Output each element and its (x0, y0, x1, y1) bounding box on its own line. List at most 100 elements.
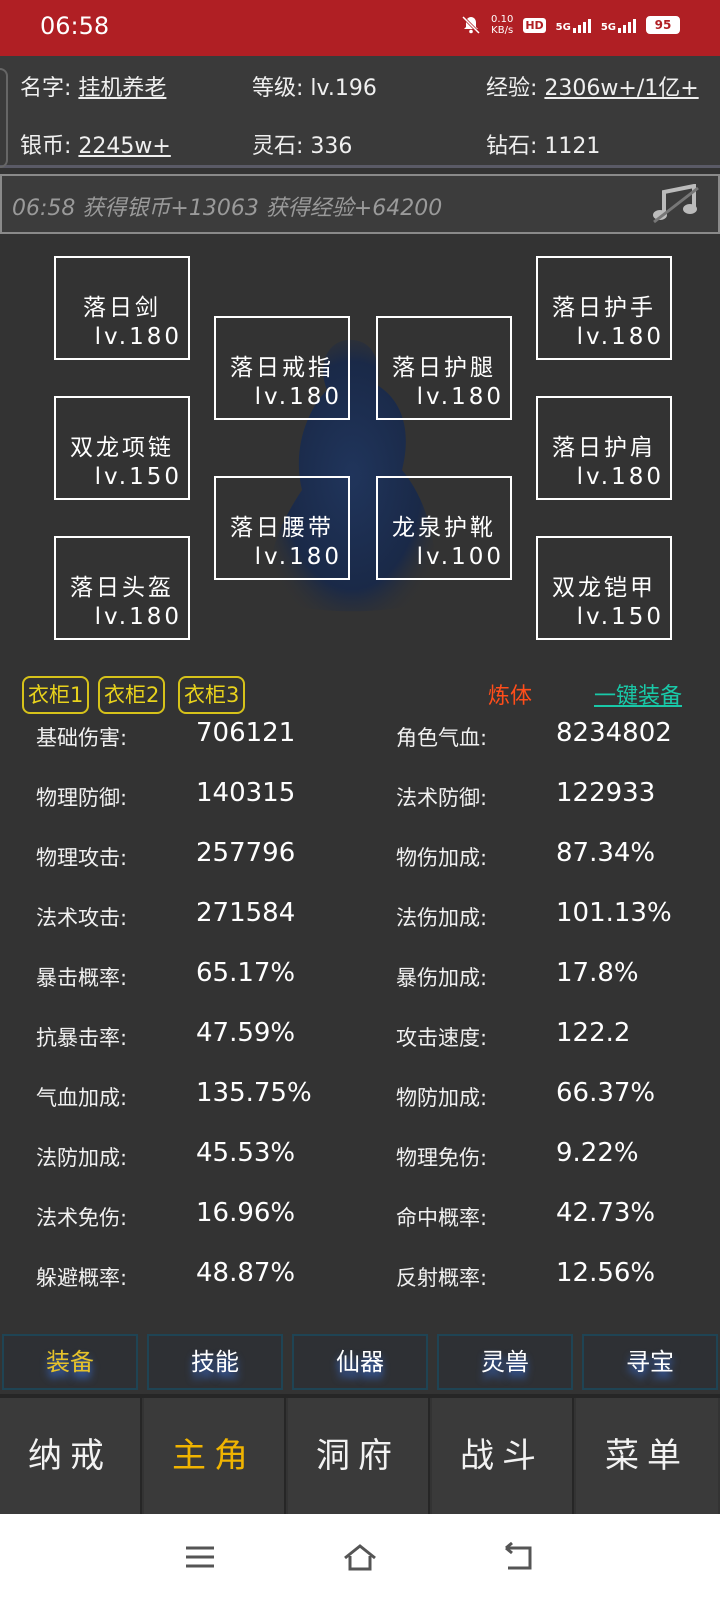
wardrobe-button-3[interactable]: 衣柜3 (178, 676, 246, 714)
stat-value: 45.53% (196, 1138, 296, 1168)
tab-spirit-beasts[interactable]: 灵兽 (437, 1334, 573, 1390)
stat-label: 法防加成: (36, 1146, 128, 1170)
diamond-label: 钻石: (486, 134, 545, 159)
player-level: 等级: lv.196 (252, 70, 377, 102)
stat-label: 法术防御: (396, 786, 488, 810)
equip-level: lv.180 (254, 384, 342, 410)
wardrobe-button-1[interactable]: 衣柜1 (22, 676, 90, 714)
network-label-2: 5G (600, 22, 616, 33)
equip-name: 落日护肩 (552, 435, 656, 461)
stat-label: 暴击概率: (36, 966, 128, 990)
stat-label: 物理免伤: (396, 1146, 488, 1170)
stat-value: 8234802 (556, 718, 672, 748)
equip-level: lv.180 (416, 384, 504, 410)
player-exp: 经验: 2306w+/1亿+ (486, 70, 699, 102)
tab-skills[interactable]: 技能 (147, 1334, 283, 1390)
stat-value: 271584 (196, 898, 296, 928)
stat-value: 65.17% (196, 958, 296, 988)
wardrobe-button-2[interactable]: 衣柜2 (98, 676, 166, 714)
stat-label: 角色气血: (396, 726, 488, 750)
equip-slot-5[interactable]: 双龙项链 lv.150 (54, 396, 190, 500)
stat-value: 257796 (196, 838, 296, 868)
equip-slot-9[interactable]: 落日头盔 lv.180 (54, 536, 190, 640)
equip-name: 落日护手 (552, 295, 656, 321)
nav-battle[interactable]: 战斗 (432, 1398, 574, 1514)
hd-icon: HD (523, 17, 546, 33)
stat-value: 122.2 (556, 1018, 631, 1048)
equip-slot-10[interactable]: 双龙铠甲 lv.150 (536, 536, 672, 640)
nav-main-character[interactable]: 主角 (144, 1398, 286, 1514)
back-icon[interactable] (500, 1542, 536, 1572)
stat-value: 87.34% (556, 838, 656, 868)
net-speed: 0.10 KB/s (491, 14, 513, 36)
stat-value: 48.87% (196, 1258, 296, 1288)
exp-value[interactable]: 2306w+/1亿+ (544, 76, 698, 101)
equip-slot-6[interactable]: 落日护肩 lv.180 (536, 396, 672, 500)
equip-level: lv.180 (576, 464, 664, 490)
stat-value: 16.96% (196, 1198, 296, 1228)
tab-equipment[interactable]: 装备 (2, 1334, 138, 1390)
equip-name: 落日剑 (83, 295, 161, 321)
equip-level: lv.180 (254, 544, 342, 570)
stat-label: 暴伤加成: (396, 966, 488, 990)
equip-slot-8[interactable]: 龙泉护靴 lv.100 (376, 476, 512, 580)
silver-value[interactable]: 2245w+ (78, 134, 170, 159)
spirit-stone-label: 灵石: (252, 134, 311, 159)
stat-value: 9.22% (556, 1138, 639, 1168)
equip-slot-3[interactable]: 落日戒指 lv.180 (214, 316, 350, 420)
status-time: 06:58 (40, 12, 110, 40)
stat-label: 法术免伤: (36, 1206, 128, 1230)
signal-1: 5G (556, 17, 591, 33)
equip-level: lv.180 (94, 324, 182, 350)
music-note-icon[interactable] (650, 184, 702, 226)
equip-slot-2[interactable]: 落日护手 lv.180 (536, 256, 672, 360)
name-value[interactable]: 挂机养老 (78, 76, 166, 101)
signal-2: 5G (601, 17, 636, 33)
log-text: 06:58 获得银币+13063 获得经验+64200 (12, 196, 443, 221)
bell-off-icon (461, 15, 481, 35)
menu-icon[interactable] (182, 1542, 218, 1572)
signal-bars-icon (618, 17, 636, 33)
refine-button[interactable]: 炼体 (488, 678, 532, 710)
stat-value: 706121 (196, 718, 296, 748)
level-label: 等级: (252, 76, 311, 101)
equip-slot-7[interactable]: 落日腰带 lv.180 (214, 476, 350, 580)
panel-edge (0, 68, 8, 168)
player-spirit-stone: 灵石: 336 (252, 128, 352, 160)
stat-label: 物防加成: (396, 1086, 488, 1110)
stat-value: 17.8% (556, 958, 639, 988)
stat-value: 66.37% (556, 1078, 656, 1108)
battery-icon: 95 (646, 16, 680, 34)
equip-name: 双龙铠甲 (552, 575, 656, 601)
nav-storage-ring[interactable]: 纳戒 (0, 1398, 142, 1514)
net-speed-value: 0.10 (491, 14, 514, 25)
tab-treasure-hunt[interactable]: 寻宝 (582, 1334, 718, 1390)
stat-label: 躲避概率: (36, 1266, 128, 1290)
equip-name: 落日腰带 (230, 515, 334, 541)
stat-label: 物理防御: (36, 786, 128, 810)
stat-value: 101.13% (556, 898, 672, 928)
nav-cave-dwelling[interactable]: 洞府 (288, 1398, 430, 1514)
tab-artifacts[interactable]: 仙器 (292, 1334, 428, 1390)
log-bar: 06:58 获得银币+13063 获得经验+64200 (0, 174, 720, 234)
nav-menu[interactable]: 菜单 (576, 1398, 718, 1514)
equip-name: 落日护腿 (392, 355, 496, 381)
player-silver: 银币: 2245w+ (20, 128, 171, 160)
home-icon[interactable] (342, 1542, 378, 1572)
equip-all-button[interactable]: 一键装备 (594, 678, 682, 710)
stat-label: 基础伤害: (36, 726, 128, 750)
equip-level: lv.180 (94, 604, 182, 630)
stat-value: 140315 (196, 778, 296, 808)
player-diamond: 钻石: 1121 (486, 128, 600, 160)
equip-name: 落日头盔 (70, 575, 174, 601)
network-label-1: 5G (555, 22, 571, 33)
stat-value: 135.75% (196, 1078, 312, 1108)
stat-value: 47.59% (196, 1018, 296, 1048)
stat-value: 12.56% (556, 1258, 656, 1288)
equip-name: 龙泉护靴 (392, 515, 496, 541)
stat-value: 42.73% (556, 1198, 656, 1228)
equip-slot-1[interactable]: 落日剑 lv.180 (54, 256, 190, 360)
stat-label: 物理攻击: (36, 846, 128, 870)
equip-slot-4[interactable]: 落日护腿 lv.180 (376, 316, 512, 420)
stat-label: 抗暴击率: (36, 1026, 128, 1050)
